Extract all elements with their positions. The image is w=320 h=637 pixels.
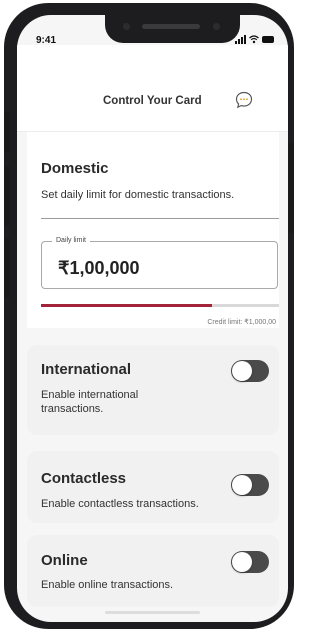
limit-progress-bar — [41, 304, 279, 307]
international-description: Enable international transactions. — [41, 389, 139, 415]
wifi-icon — [249, 35, 259, 44]
cellular-signal-icon — [235, 35, 246, 44]
battery-icon — [262, 36, 274, 43]
daily-limit-field[interactable]: Daily limit ₹1,00,000 — [41, 237, 278, 289]
page-title: Control Your Card — [103, 95, 202, 107]
international-card: International Enable international trans… — [27, 345, 279, 435]
contactless-toggle[interactable] — [231, 474, 269, 496]
online-card: Online Enable online transactions. — [27, 535, 279, 607]
contactless-card: Contactless Enable contactless transacti… — [27, 451, 279, 523]
domestic-title: Domestic — [41, 160, 109, 177]
contactless-description: Enable contactless transactions. — [41, 498, 199, 510]
phone-frame: 9:41 Control Your Card Domestic Set dail… — [4, 3, 294, 629]
header: Control Your Card — [17, 45, 288, 132]
online-toggle[interactable] — [231, 551, 269, 573]
limit-progress-fill — [41, 304, 213, 307]
international-toggle[interactable] — [231, 360, 269, 382]
domestic-description: Set daily limit for domestic transaction… — [41, 189, 235, 201]
camera-dot — [213, 23, 220, 30]
power-button — [288, 143, 294, 233]
online-description: Enable online transactions. — [41, 579, 174, 591]
speaker-grille — [142, 24, 200, 29]
daily-limit-label: Daily limit — [52, 237, 90, 244]
international-title: International — [41, 361, 132, 378]
notch — [105, 15, 240, 43]
volume-up-button — [4, 166, 10, 226]
contactless-title: Contactless — [41, 470, 127, 487]
phone-screen: 9:41 Control Your Card Domestic Set dail… — [17, 15, 288, 622]
mute-switch — [4, 111, 10, 153]
volume-down-button — [4, 238, 10, 298]
sensor-dot — [123, 23, 130, 30]
domestic-card: Domestic Set daily limit for domestic tr… — [27, 132, 279, 328]
toggle-knob — [232, 552, 252, 572]
toggle-knob — [232, 361, 252, 381]
daily-limit-value[interactable]: ₹1,00,000 — [58, 258, 140, 279]
status-icons — [235, 34, 274, 44]
home-indicator — [105, 611, 200, 614]
divider — [41, 218, 279, 219]
credit-limit-text: Credit limit: ₹1,000,00 — [207, 319, 276, 326]
toggle-knob — [232, 475, 252, 495]
online-title: Online — [41, 552, 88, 569]
chat-bubble-icon[interactable] — [235, 91, 253, 109]
